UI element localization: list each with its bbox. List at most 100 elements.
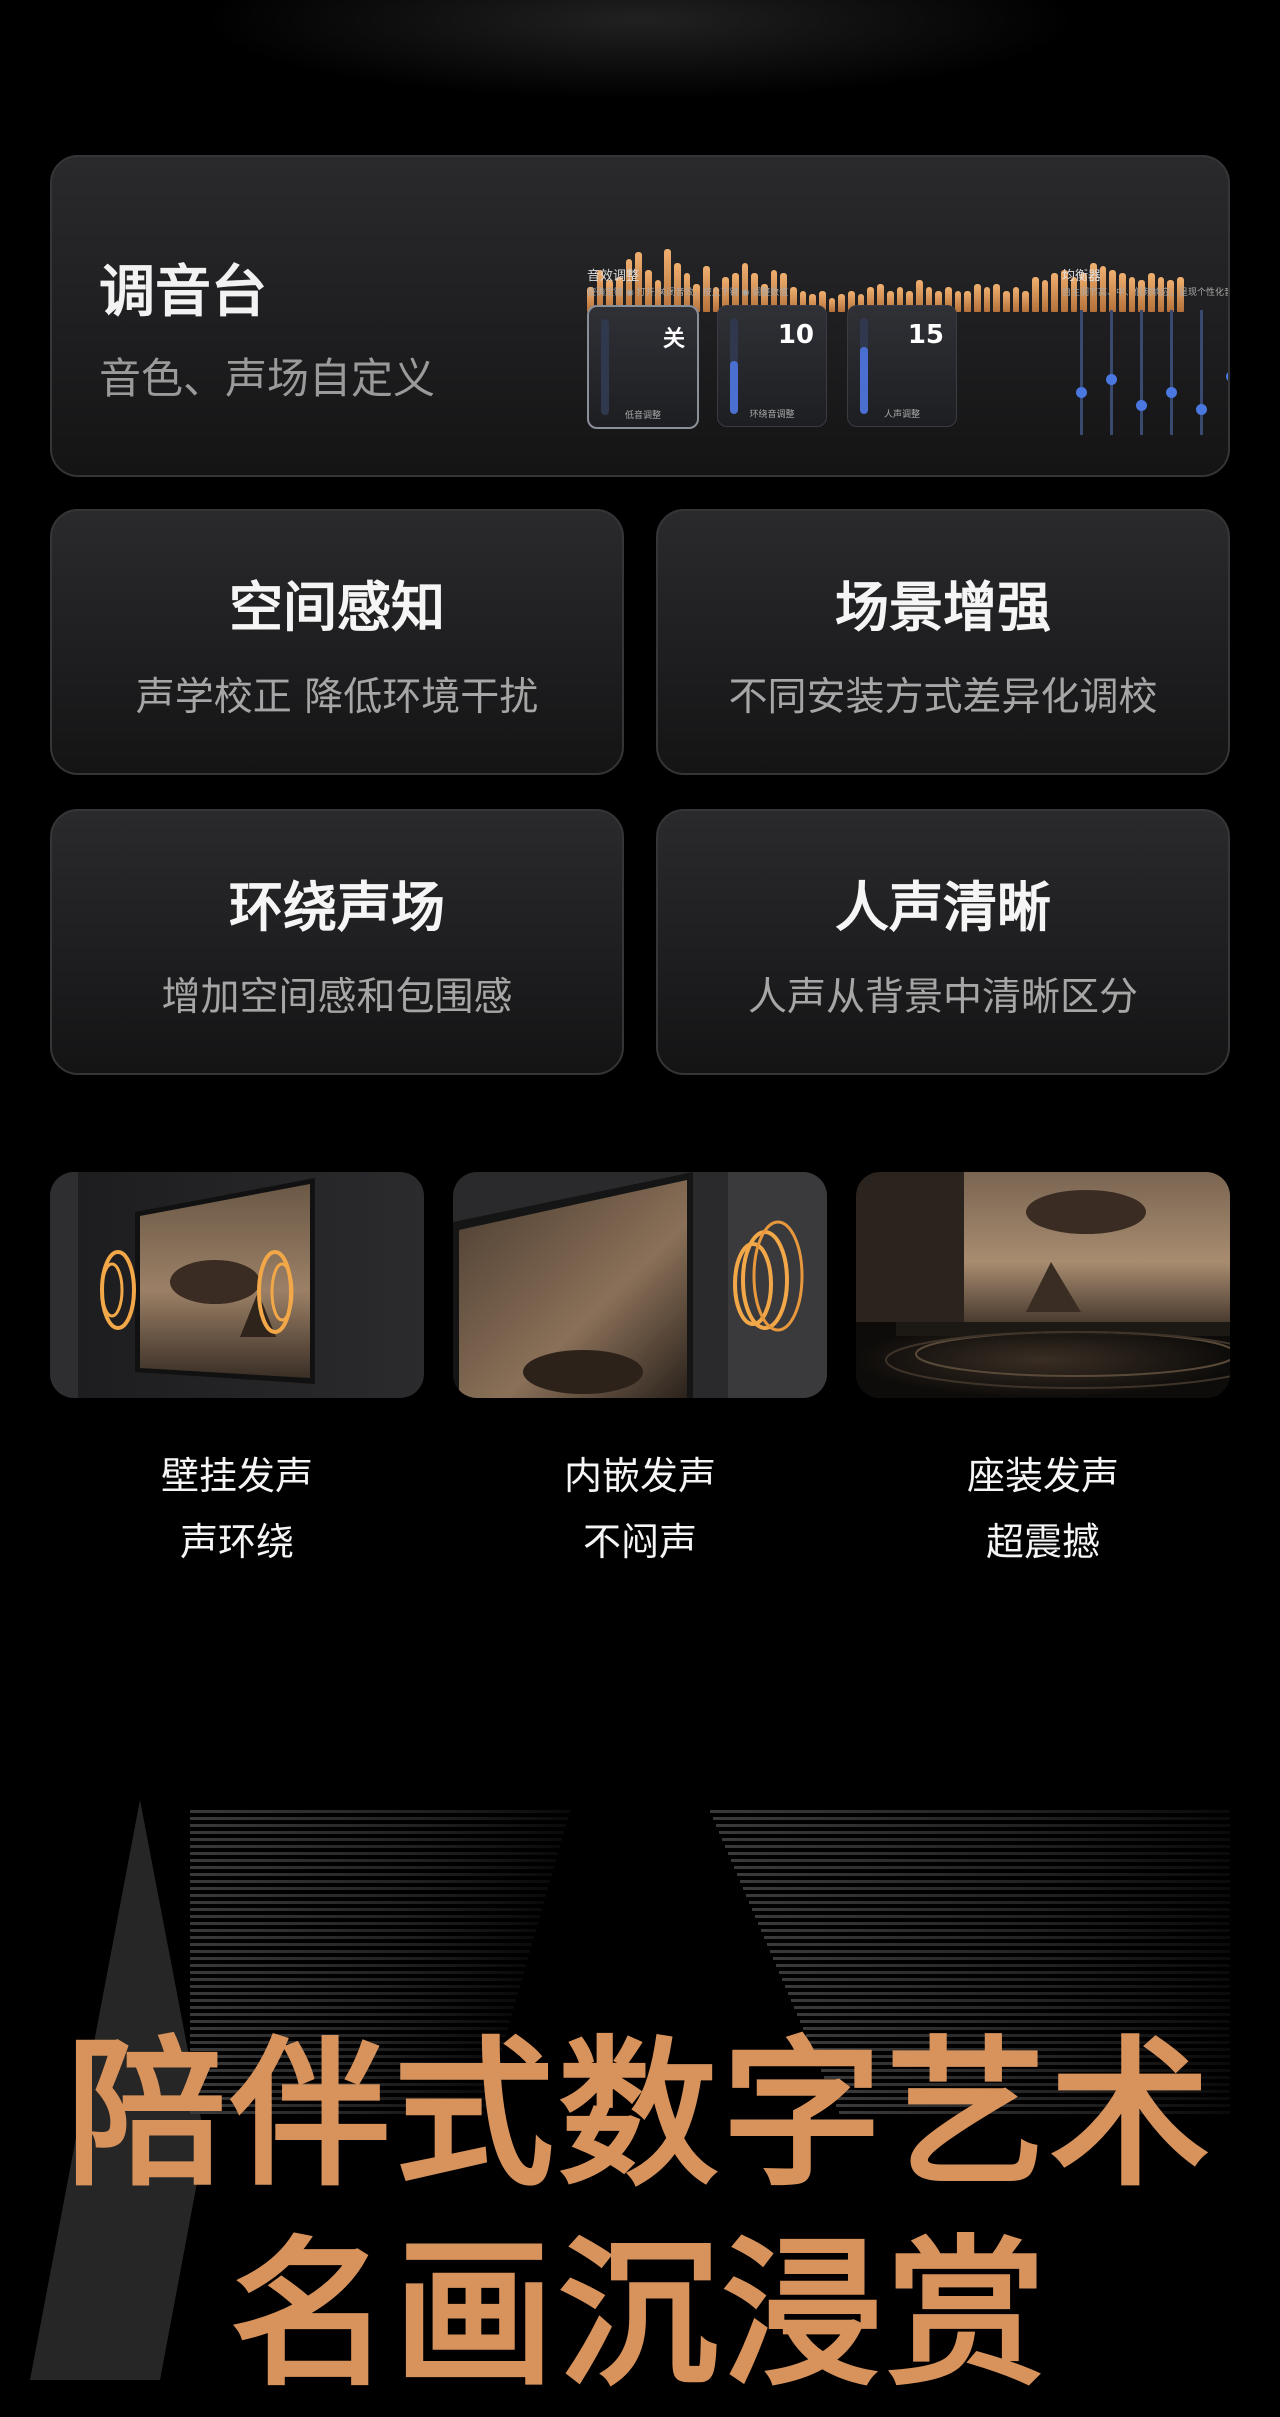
stripe — [190, 1894, 546, 1897]
vocal-name: 人声调整 — [883, 410, 920, 420]
stripe — [190, 1943, 532, 1946]
stripe — [190, 1810, 570, 1813]
stripe — [190, 1845, 560, 1848]
stripe — [719, 1831, 1230, 1834]
mixer-controls: 音效调整 按确定键 ◉ 打开/关闭音效，按上下键 ◉ 调整数值 均衡器 自主调节… — [587, 265, 1230, 475]
slider-thumb[interactable] — [1166, 387, 1177, 398]
surround-track — [730, 318, 738, 414]
stripe — [758, 1922, 1230, 1925]
slider-thumb[interactable] — [1136, 400, 1147, 411]
embedded-image — [453, 1172, 827, 1398]
bass-track — [601, 319, 609, 415]
stripe — [713, 1817, 1230, 1820]
top-glow — [200, 0, 1080, 100]
stripe — [190, 1908, 542, 1911]
stripe — [737, 1873, 1230, 1876]
stripe — [190, 1817, 568, 1820]
bass-value: 关 — [662, 327, 685, 352]
stripe — [752, 1908, 1230, 1911]
stripe — [190, 1936, 534, 1939]
feature-card-surround[interactable]: 环绕声场 增加空间感和包围感 — [50, 809, 624, 1075]
stripe — [725, 1845, 1230, 1848]
surround-name: 环绕音调整 — [749, 410, 795, 420]
stripe — [764, 1936, 1230, 1939]
stripe — [746, 1894, 1230, 1897]
mixer-title: 调音台 — [99, 260, 267, 325]
headline-line-2: 名画沉浸赏 — [229, 2221, 1050, 2408]
slider-thumb[interactable] — [1106, 374, 1117, 385]
stripe — [190, 1859, 556, 1862]
bass-name: 低音调整 — [624, 411, 661, 421]
feature-subtitle: 不同安装方式差异化调校 — [728, 675, 1158, 720]
feature-title: 环绕声场 — [229, 876, 445, 939]
caption-line-1: 壁挂发声 — [160, 1454, 313, 1498]
mixer-card[interactable]: 调音台 音色、声场自定义 音效调整 按确定键 ◉ 打开/关闭音效，按上下键 ◉ … — [50, 155, 1230, 477]
stripe — [773, 1957, 1230, 1960]
equalizer-slider[interactable] — [1196, 310, 1207, 435]
stripe — [740, 1880, 1230, 1883]
equalizer-slider[interactable] — [1166, 310, 1177, 435]
feature-card-spatial[interactable]: 空间感知 声学校正 降低环境干扰 — [50, 509, 624, 775]
embedded-caption: 内嵌发声 不闷声 — [453, 1443, 827, 1575]
stripe — [722, 1838, 1230, 1841]
equalizer-slider[interactable] — [1076, 310, 1087, 435]
stripe — [190, 1901, 544, 1904]
slider-thumb[interactable] — [1076, 387, 1087, 398]
equalizer-sliders[interactable] — [1062, 310, 1228, 440]
stripe — [749, 1901, 1230, 1904]
stripe — [770, 1950, 1230, 1953]
stripe — [761, 1929, 1230, 1932]
stripe — [782, 1978, 1230, 1981]
stripe — [190, 1887, 548, 1890]
stripe — [190, 1873, 552, 1876]
sound-section-hint: 按确定键 ◉ 打开/关闭音效，按上下键 ◉ 调整数值 — [587, 288, 789, 298]
feature-subtitle: 人声从背景中清晰区分 — [747, 975, 1138, 1020]
stripe — [710, 1810, 1230, 1813]
stripe — [190, 1824, 566, 1827]
stripe — [728, 1852, 1230, 1855]
stripe — [190, 1971, 524, 1974]
bass-knob[interactable]: 关 低音调整 — [587, 305, 699, 429]
equalizer-slider[interactable] — [1106, 310, 1117, 435]
wall-mount-caption: 壁挂发声 声环绕 — [50, 1443, 424, 1575]
stripe — [731, 1859, 1230, 1862]
feature-title: 场景增强 — [835, 576, 1051, 639]
feature-title: 人声清晰 — [835, 876, 1051, 939]
surround-value: 10 — [777, 320, 814, 350]
stripe — [190, 1950, 530, 1953]
stripe — [767, 1943, 1230, 1946]
stripe — [190, 1922, 538, 1925]
feature-card-vocal[interactable]: 人声清晰 人声从背景中清晰区分 — [656, 809, 1230, 1075]
stripe — [190, 1978, 522, 1981]
stripe — [190, 1866, 554, 1869]
wall-mount-image — [50, 1172, 424, 1398]
slider-thumb[interactable] — [1196, 404, 1207, 415]
stripe — [190, 1964, 526, 1967]
stripe — [190, 1915, 540, 1918]
caption-line-1: 座装发声 — [966, 1454, 1119, 1498]
sound-section-title: 音效调整 — [587, 269, 640, 284]
stripe — [776, 1964, 1230, 1967]
stripe — [779, 1971, 1230, 1974]
stripe — [190, 1929, 536, 1932]
equalizer-title: 均衡器 — [1062, 269, 1102, 284]
equalizer-slider[interactable] — [1136, 310, 1147, 435]
stripe — [190, 1838, 562, 1841]
stripe — [190, 1831, 564, 1834]
stand-mount-caption: 座装发声 超震撼 — [856, 1443, 1230, 1575]
stripe — [743, 1887, 1230, 1890]
vocal-track — [860, 318, 868, 414]
equalizer-hint: 自主调节高、中、低频响应，呈现个性化音效 — [1062, 288, 1230, 298]
feature-subtitle: 声学校正 降低环境干扰 — [135, 675, 539, 720]
caption-line-2: 不闷声 — [582, 1520, 697, 1564]
surround-knob[interactable]: 10 环绕音调整 — [717, 305, 827, 427]
slider-thumb[interactable] — [1226, 371, 1228, 382]
stripe — [190, 1880, 550, 1883]
caption-line-2: 超震撼 — [985, 1520, 1100, 1564]
vocal-knob[interactable]: 15 人声调整 — [847, 305, 957, 427]
stand-mount-image — [856, 1172, 1230, 1398]
feature-card-scene[interactable]: 场景增强 不同安装方式差异化调校 — [656, 509, 1230, 775]
stripe — [190, 1852, 558, 1855]
stripe — [755, 1915, 1230, 1918]
feature-title: 空间感知 — [229, 576, 445, 639]
